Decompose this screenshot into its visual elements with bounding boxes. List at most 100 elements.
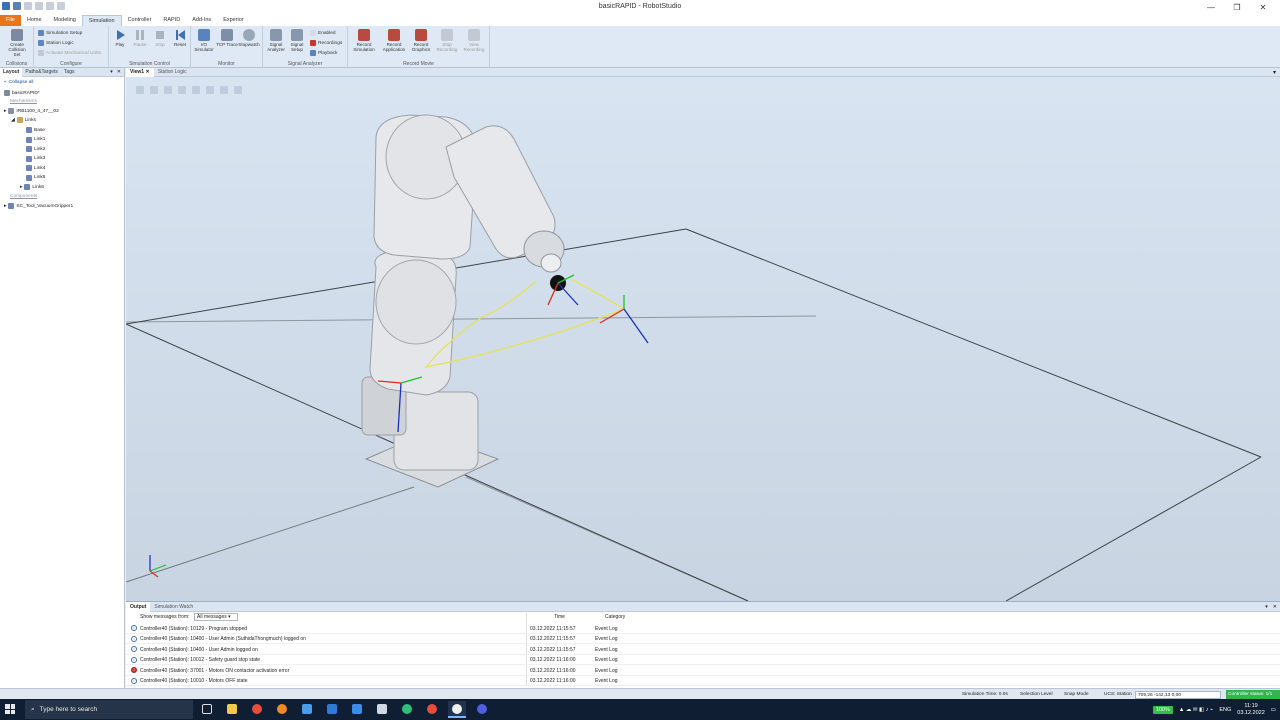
- mail-icon[interactable]: [323, 701, 341, 718]
- windows-start-icon[interactable]: [5, 704, 15, 714]
- stop-button[interactable]: Stop: [149, 29, 171, 47]
- tab-paths-targets[interactable]: Paths&Targets: [22, 68, 61, 77]
- create-collision-set-button[interactable]: Create Collision Set: [5, 29, 29, 57]
- tree-item-link[interactable]: Link1: [26, 136, 45, 143]
- tab-modeling[interactable]: Modeling: [48, 15, 82, 26]
- message-row[interactable]: i Controller40 (Station): 10400 - User Ad…: [126, 644, 1280, 655]
- task-view-icon[interactable]: [198, 701, 216, 718]
- message-row[interactable]: i Controller40 (Station): 10010 - Motors …: [126, 676, 1280, 686]
- close-tab-icon[interactable]: ✕: [145, 69, 149, 75]
- tcp-trace-button[interactable]: TCP Trace: [216, 29, 238, 47]
- tab-rapid[interactable]: RAPID: [157, 15, 186, 26]
- message-row[interactable]: i Controller40 (Station): 10129 - Program…: [126, 623, 1280, 634]
- tree-item-tool[interactable]: ▸ SC_Tool_VacuumGripper1: [4, 203, 73, 209]
- io-simulator-button[interactable]: I/O Simulator: [193, 29, 215, 52]
- link-icon: [26, 155, 32, 162]
- message-filter-select[interactable]: All messages ▾: [194, 613, 238, 621]
- tab-tags[interactable]: Tags: [61, 68, 78, 77]
- view-recording-button[interactable]: View Recording: [462, 29, 486, 52]
- robotstudio-icon[interactable]: [448, 701, 466, 718]
- battery-indicator[interactable]: 100%: [1152, 705, 1173, 714]
- restore-button[interactable]: ❐: [1224, 1, 1250, 14]
- tab-file[interactable]: File: [0, 15, 21, 26]
- stopwatch-icon: [243, 29, 255, 41]
- app-icon[interactable]: [298, 701, 316, 718]
- pause-button[interactable]: Pause: [129, 29, 151, 47]
- message-row[interactable]: i Controller40 (Station): 10012 - Safety …: [126, 655, 1280, 665]
- tab-home[interactable]: Home: [21, 15, 48, 26]
- snap-mode-button[interactable]: Snap Mode: [1064, 692, 1089, 697]
- collapse-arrow-icon[interactable]: ▸: [4, 204, 6, 209]
- selection-level-button[interactable]: Selection Level: [1020, 692, 1053, 697]
- tab-station-logic[interactable]: Station Logic: [154, 68, 191, 77]
- app-icon[interactable]: [473, 701, 491, 718]
- close-button[interactable]: ✕: [1250, 1, 1276, 14]
- tree-item-link[interactable]: Base: [26, 127, 45, 133]
- tab-controller[interactable]: Controller: [122, 15, 158, 26]
- tab-simulation-watch[interactable]: Simulation Watch: [150, 602, 197, 612]
- close-panel-icon[interactable]: ✕: [1273, 604, 1277, 610]
- play-icon: [114, 29, 126, 41]
- tab-simulation[interactable]: Simulation: [81, 15, 122, 26]
- message-row[interactable]: ! Controller40 (Station): 37001 - Motors …: [126, 665, 1280, 676]
- taskbar-search[interactable]: ⌕ Type here to search: [25, 700, 193, 719]
- tab-output[interactable]: Output: [126, 601, 151, 612]
- signal-setup-button[interactable]: Signal Setup: [286, 29, 308, 52]
- language-indicator[interactable]: ENG: [1219, 707, 1231, 713]
- collapse-arrow-icon[interactable]: ▸: [4, 109, 6, 114]
- collapse-arrow-icon[interactable]: ▸: [20, 185, 22, 190]
- clock[interactable]: 11:19 03.12.2022: [1237, 703, 1265, 717]
- tab-add-ins[interactable]: Add-Ins: [186, 15, 217, 26]
- signal-analyzer-button[interactable]: Signal Analyzer: [265, 29, 287, 52]
- tab-layout[interactable]: Layout: [0, 67, 23, 77]
- stopwatch-button[interactable]: Stopwatch: [238, 29, 260, 47]
- close-panel-icon[interactable]: ✕: [117, 69, 121, 75]
- 3d-viewport[interactable]: [126, 77, 1280, 601]
- column-header-time[interactable]: Time: [554, 614, 565, 620]
- file-explorer-icon[interactable]: [223, 701, 241, 718]
- tree-item-robot[interactable]: ▸ IRB1100_4_47__02: [4, 108, 59, 114]
- info-icon: i: [131, 656, 137, 663]
- view-menu-icon[interactable]: ▾: [1273, 69, 1280, 76]
- info-icon: i: [131, 625, 137, 631]
- reset-button[interactable]: Reset: [169, 29, 191, 47]
- station-logic-button[interactable]: Station Logic: [38, 40, 74, 46]
- message-row[interactable]: i Controller40 (Station): 10400 - User Ad…: [126, 634, 1280, 644]
- column-header-category[interactable]: Category: [605, 614, 625, 620]
- app-icon[interactable]: [398, 701, 416, 718]
- minimize-button[interactable]: —: [1198, 1, 1224, 14]
- dropdown-icon[interactable]: ▾: [1265, 604, 1268, 610]
- pin-icon[interactable]: ▾: [110, 69, 113, 75]
- record-graphics-button[interactable]: Record Graphics: [409, 29, 433, 52]
- activate-mechanical-units-button[interactable]: Activate Mechanical Units: [38, 50, 101, 56]
- tab-experior[interactable]: Experior: [217, 15, 249, 26]
- playback-button[interactable]: Playback: [310, 50, 337, 56]
- tray-icons[interactable]: ▲ ☁ ✉ ◧ ♪ ⌁: [1179, 707, 1213, 713]
- chrome-icon[interactable]: [248, 701, 266, 718]
- group-collisions: Create Collision Set Collisions: [0, 26, 34, 68]
- record-application-button[interactable]: Record Application: [381, 29, 407, 52]
- chrome-icon[interactable]: [423, 701, 441, 718]
- expand-arrow-icon[interactable]: ◢: [11, 118, 15, 123]
- tree-item-links[interactable]: ◢ Links: [11, 117, 36, 123]
- collapse-all-link[interactable]: «Collapse all: [4, 80, 33, 85]
- play-button[interactable]: Play: [109, 29, 131, 47]
- enabled-toggle[interactable]: Enabled: [310, 30, 336, 36]
- tree-item-link[interactable]: Link5: [26, 174, 45, 181]
- controller-status-badge[interactable]: Controller status: 1/1: [1226, 690, 1280, 699]
- tree-item-link[interactable]: Link2: [26, 146, 45, 152]
- record-graphics-icon: [415, 29, 427, 41]
- notification-icon[interactable]: ▭: [1271, 707, 1276, 713]
- firefox-icon[interactable]: [273, 701, 291, 718]
- record-simulation-button[interactable]: Record Simulation: [352, 29, 376, 52]
- tree-item-link[interactable]: ▸ Link6: [20, 184, 44, 190]
- tree-item-link[interactable]: Link4: [26, 165, 45, 171]
- stop-recording-button[interactable]: Stop Recording: [435, 29, 459, 52]
- recordings-button[interactable]: Recordings: [310, 40, 342, 46]
- app-icon[interactable]: [373, 701, 391, 718]
- todo-icon[interactable]: [348, 701, 366, 718]
- tree-item-station[interactable]: basicRAPID*: [4, 90, 40, 96]
- tab-view1[interactable]: View1 ✕: [126, 67, 154, 77]
- simulation-setup-button[interactable]: Simulation Setup: [38, 30, 82, 36]
- tree-item-link[interactable]: Link3: [26, 155, 45, 162]
